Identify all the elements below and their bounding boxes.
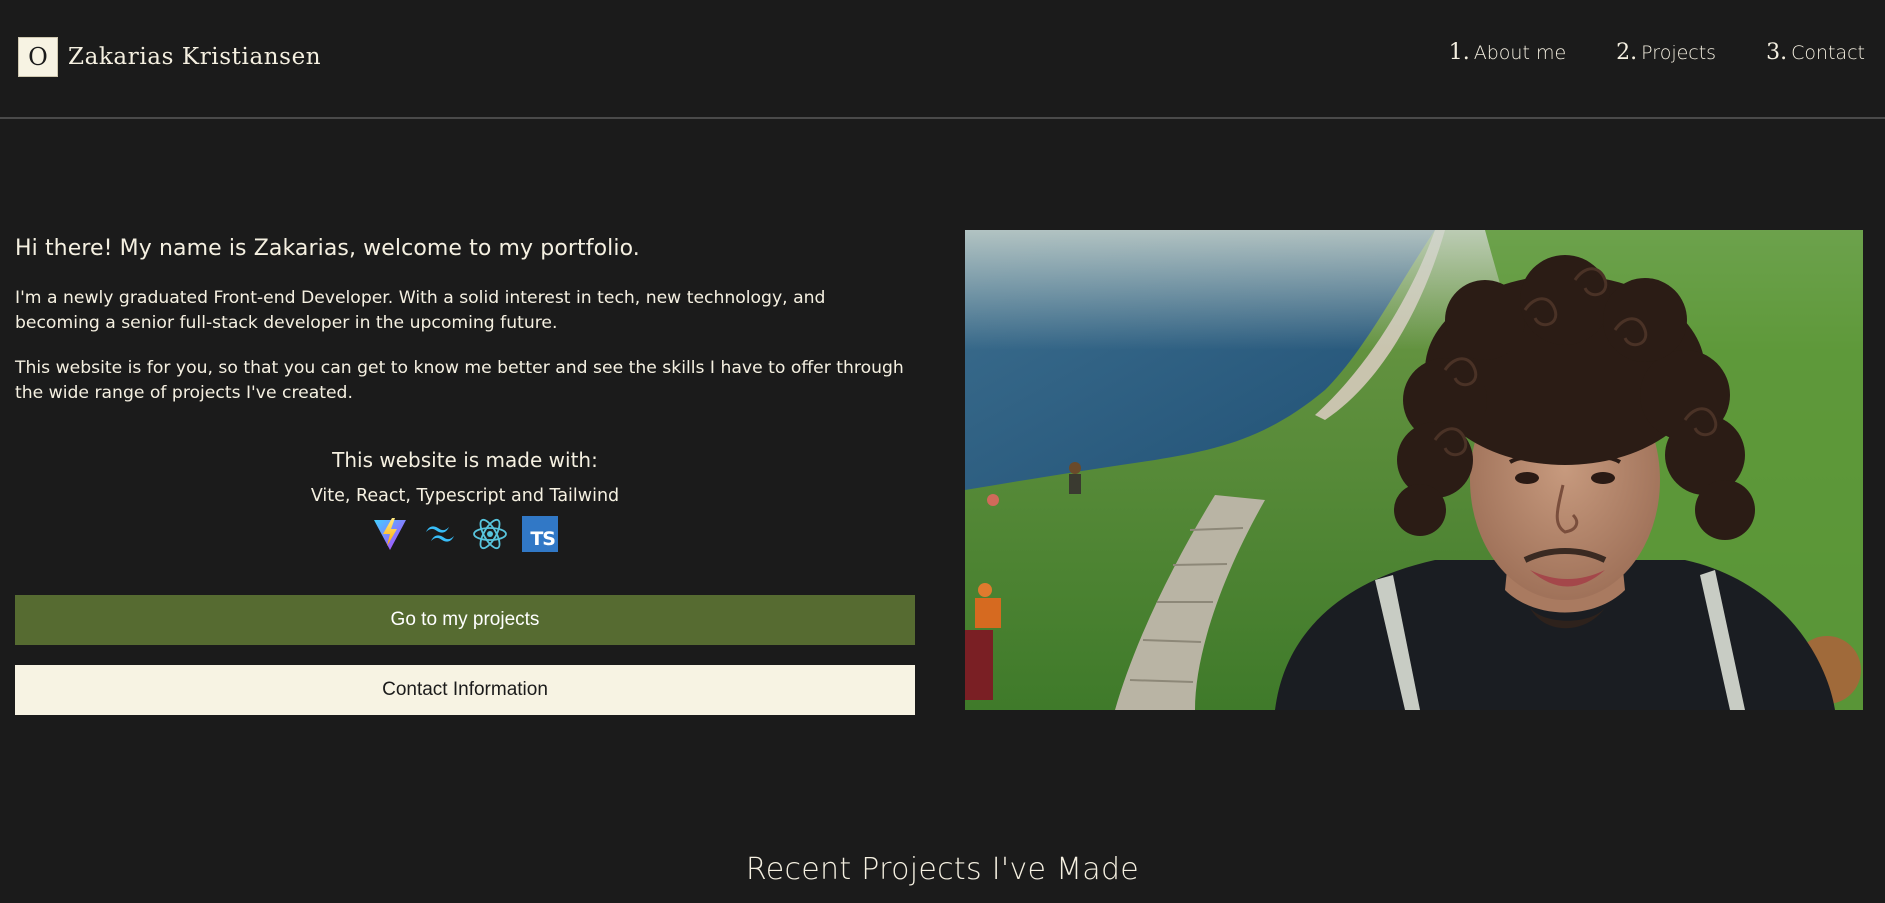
nav-item-projects[interactable]: 2. Projects — [1616, 40, 1716, 65]
vite-icon — [372, 516, 408, 552]
nav-number: 2. — [1616, 40, 1638, 65]
brand[interactable]: O Zakarias Kristiansen — [18, 37, 321, 77]
tailwind-icon — [422, 516, 458, 552]
profile-photo — [965, 230, 1863, 710]
nav-item-contact[interactable]: 3. Contact — [1766, 40, 1865, 65]
main-nav: 1. About me 2. Projects 3. Contact — [1399, 40, 1865, 65]
contact-information-button[interactable]: Contact Information — [15, 665, 915, 715]
react-icon — [472, 516, 508, 552]
nav-label[interactable]: About me — [1474, 42, 1566, 64]
tech-stack-title: This website is made with: — [332, 448, 598, 472]
hero-paragraph-2: This website is for you, so that you can… — [15, 358, 904, 403]
tech-stack: This website is made with: Vite, React, … — [15, 448, 915, 552]
typescript-icon: TS — [522, 516, 558, 552]
nav-number: 3. — [1766, 40, 1788, 65]
tech-stack-list: Vite, React, Typescript and Tailwind — [310, 486, 620, 506]
nav-label[interactable]: Projects — [1641, 42, 1716, 64]
hero-greeting: Hi there! My name is Zakarias, welcome t… — [15, 236, 640, 261]
site-header: O Zakarias Kristiansen 1. About me 2. Pr… — [0, 0, 1885, 119]
tech-icons: TS — [15, 516, 915, 552]
go-to-projects-button[interactable]: Go to my projects — [15, 595, 915, 645]
logo-letter: O — [28, 43, 48, 71]
logo[interactable]: O — [18, 37, 58, 77]
nav-label[interactable]: Contact — [1791, 42, 1865, 64]
hero-paragraph-1: I'm a newly graduated Front-end Develope… — [15, 288, 826, 333]
recent-projects-heading: Recent Projects I've Made — [745, 852, 1140, 887]
nav-number: 1. — [1448, 40, 1470, 65]
brand-name[interactable]: Zakarias Kristiansen — [68, 44, 321, 70]
nav-item-about[interactable]: 1. About me — [1449, 40, 1566, 65]
hero-intro: Hi there! My name is Zakarias, welcome t… — [15, 236, 915, 406]
typescript-label: TS — [522, 516, 558, 552]
